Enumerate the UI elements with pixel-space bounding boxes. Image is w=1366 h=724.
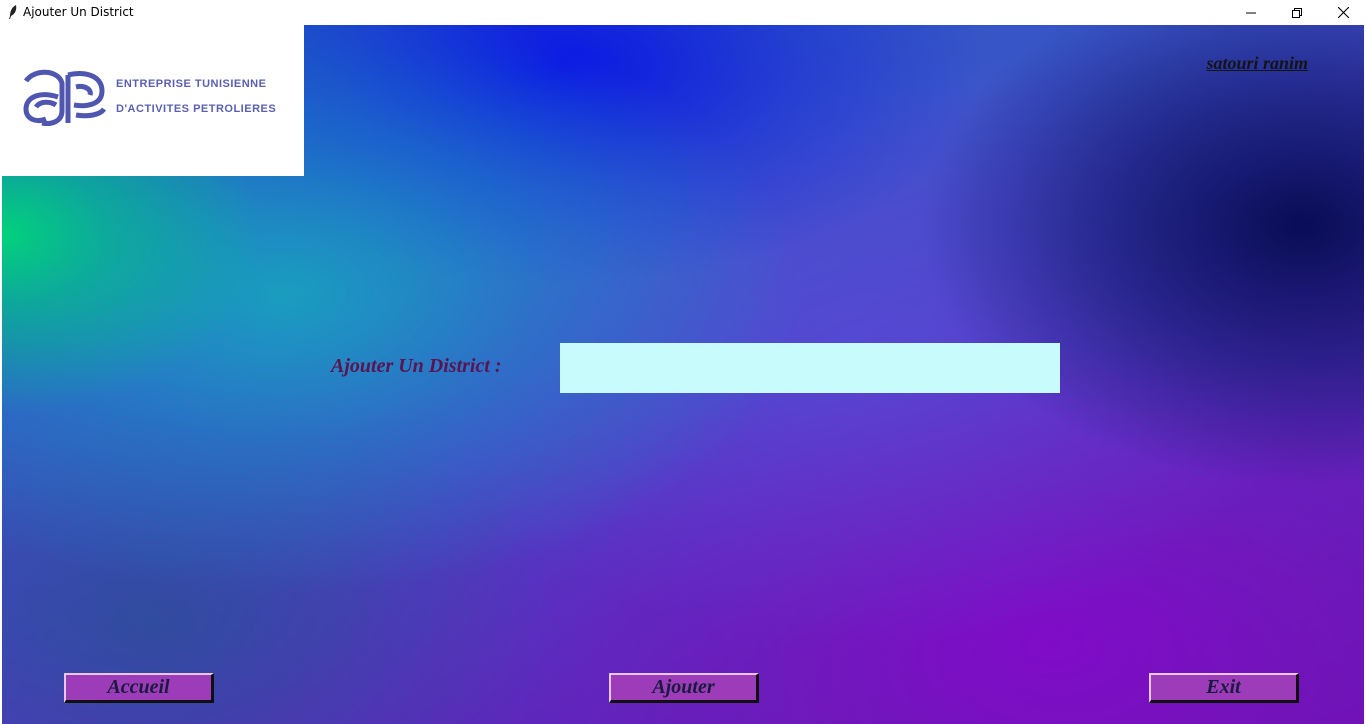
close-icon (1337, 3, 1349, 22)
etap-logo-mark (23, 69, 107, 126)
main-canvas: ENTREPRISE TUNISIENNE D'ACTIVITES PETROL… (2, 25, 1364, 724)
restore-icon (1292, 3, 1302, 22)
title-bar[interactable]: Ajouter Un District (0, 0, 1366, 24)
exit-button[interactable]: Exit (1149, 673, 1299, 703)
district-label: Ajouter Un District : (331, 355, 502, 377)
user-name-link[interactable]: satouri ranim (1206, 53, 1308, 74)
company-logo: ENTREPRISE TUNISIENNE D'ACTIVITES PETROL… (2, 25, 304, 176)
close-button[interactable] (1320, 0, 1366, 24)
feather-icon (5, 4, 21, 20)
window-controls (1228, 0, 1366, 24)
logo-text-line1: ENTREPRISE TUNISIENNE (116, 78, 267, 90)
logo-text-line2: D'ACTIVITES PETROLIERES (116, 103, 277, 115)
ajouter-button[interactable]: Ajouter (609, 673, 759, 703)
accueil-button[interactable]: Accueil (64, 673, 214, 703)
minimize-icon (1246, 3, 1256, 22)
window-title: Ajouter Un District (23, 5, 134, 19)
app-window: Ajouter Un District ENTREPRISE TUNISIENN… (0, 0, 1366, 724)
restore-button[interactable] (1274, 0, 1320, 24)
district-input[interactable] (560, 343, 1060, 393)
minimize-button[interactable] (1228, 0, 1274, 24)
